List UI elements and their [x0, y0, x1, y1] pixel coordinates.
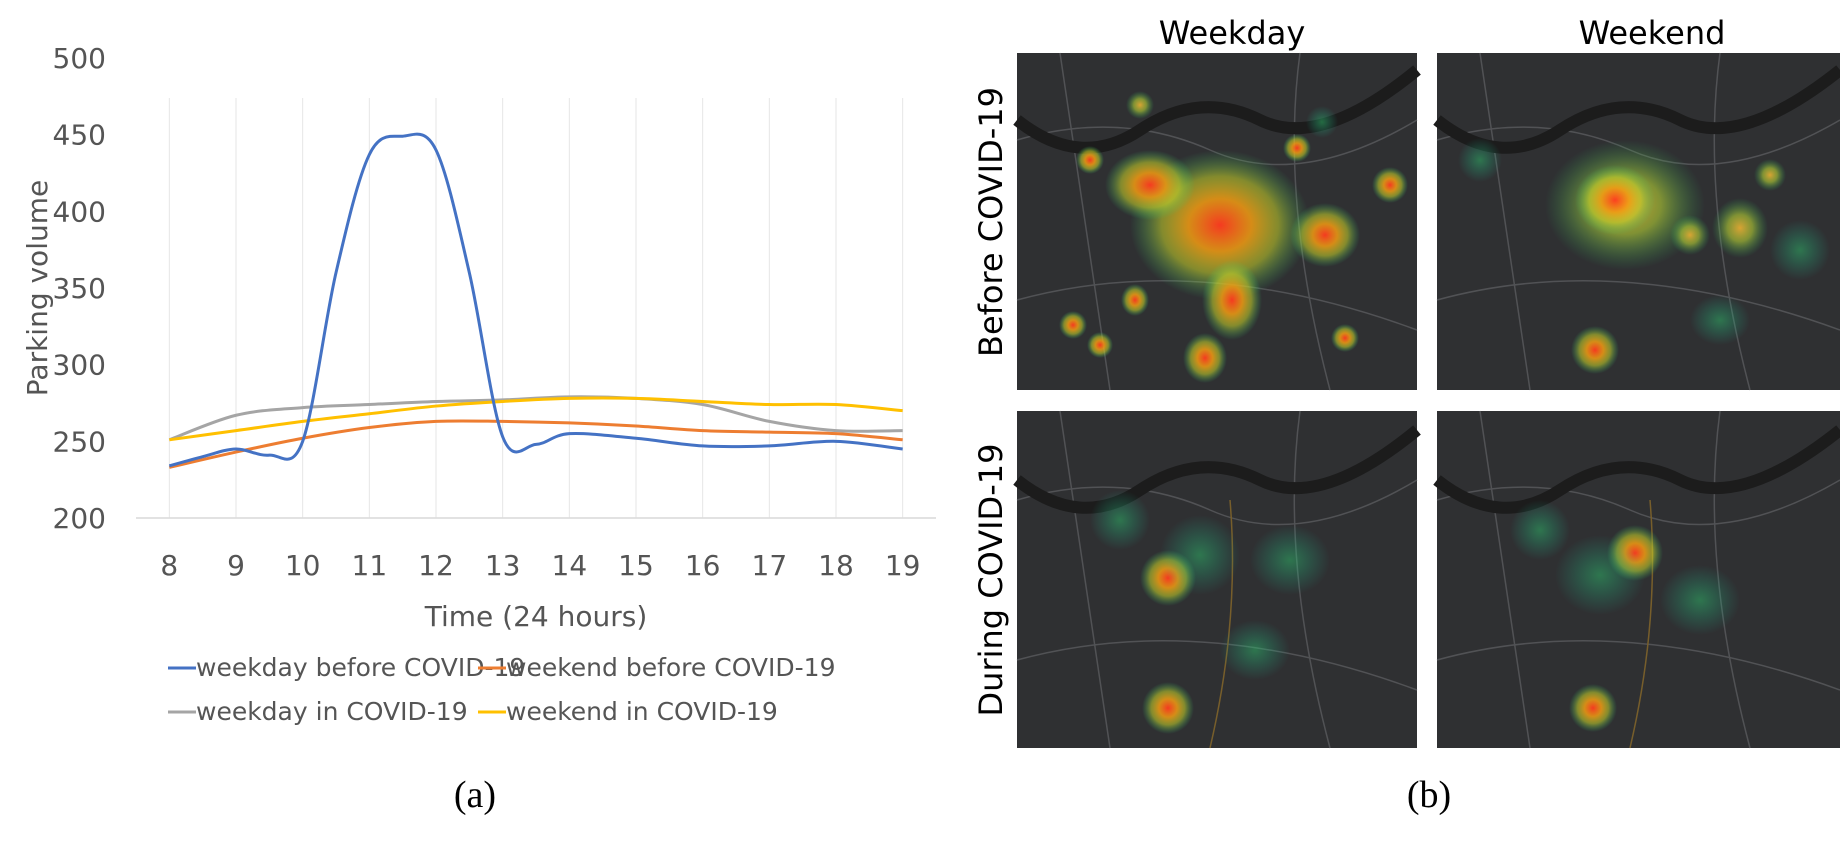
y-tick-label-4: 400: [53, 195, 106, 228]
gridlines: [168, 98, 904, 518]
y-tick-label-5: 450: [53, 119, 106, 152]
map-before-weekend: [1433, 52, 1840, 391]
x-tick-label-7: 15: [618, 549, 654, 582]
x-tick-label-9: 17: [752, 549, 788, 582]
x-tick-label-0: 8: [160, 549, 178, 582]
x-tick-label-6: 14: [552, 549, 588, 582]
chart-caption: (a): [454, 774, 496, 816]
legend: weekday before COVID-19weekend before CO…: [168, 653, 836, 726]
x-tick-label-5: 13: [485, 549, 521, 582]
y-tick-label-0: 200: [53, 502, 106, 535]
legend-label-1: weekend before COVID-19: [506, 653, 836, 682]
legend-label-2: weekday in COVID-19: [196, 697, 468, 726]
column-title-weekend: Weekend: [1579, 14, 1726, 52]
x-tick-label-2: 10: [285, 549, 321, 582]
x-tick-label-11: 19: [885, 549, 921, 582]
x-axis-ticks: 8 9 10 11 12 13 14 15 16 17 18 19: [160, 549, 920, 582]
x-tick-label-1: 9: [227, 549, 245, 582]
x-axis-title: Time (24 hours): [424, 600, 648, 633]
x-tick-label-10: 18: [818, 549, 854, 582]
series-line-0: [168, 132, 903, 468]
y-axis-title: Parking volume: [21, 180, 54, 396]
y-tick-label-1: 250: [53, 425, 106, 458]
y-axis-ticks: 200 250 300 350 400 450 500: [53, 42, 106, 535]
map-before-weekday: [1013, 52, 1421, 391]
figure-canvas: 200 250 300 350 400 450 500 8 9 10 11 12 13 14 15 16 17…: [21, 14, 1840, 816]
row-title-during: During COVID-19: [972, 444, 1010, 717]
heatmap-caption: (b): [1407, 774, 1451, 816]
legend-label-0: weekday before COVID-19: [196, 653, 525, 682]
y-tick-label-2: 300: [53, 349, 106, 382]
row-title-before: Before COVID-19: [972, 87, 1010, 357]
y-tick-label-3: 350: [53, 272, 106, 305]
line-chart: 200 250 300 350 400 450 500 8 9 10 11 12 13 14 15 16 17…: [21, 42, 936, 816]
column-title-weekday: Weekday: [1159, 14, 1306, 52]
legend-label-3: weekend in COVID-19: [506, 697, 778, 726]
x-tick-label-8: 16: [685, 549, 721, 582]
map-during-weekend: [1433, 410, 1840, 749]
heatmap-panel: Weekday Weekend Before COVID-19 During C…: [972, 14, 1840, 816]
y-tick-label-6: 500: [53, 42, 106, 75]
map-during-weekday: [1013, 410, 1421, 749]
series-lines: [168, 132, 903, 469]
x-tick-label-4: 12: [418, 549, 454, 582]
x-tick-label-3: 11: [352, 549, 388, 582]
